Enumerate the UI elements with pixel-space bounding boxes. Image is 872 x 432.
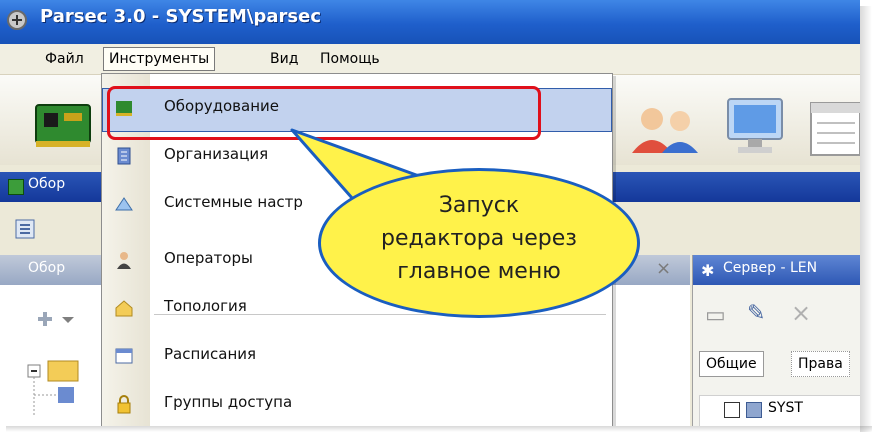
right-pane-title: Сервер - LEN [723,260,818,276]
tab-rights[interactable]: Права [791,351,850,377]
callout-bubble: Запуск редактора через главное меню [318,168,640,318]
window-shadow-bottom [6,426,872,432]
callout-text: Запуск редактора через главное меню [321,189,637,288]
callout-line-2: редактора через [381,226,577,251]
checkbox[interactable] [724,402,740,418]
save-icon[interactable]: ▭ [705,303,726,328]
menu-item-label: Операторы [164,249,253,267]
application-window: Parsec 3.0 - SYSTEM\parsec Файл Инструме… [0,0,860,426]
folder-tree-icon [27,360,79,415]
menu-help[interactable]: Помощь [315,50,385,68]
users-icon[interactable] [628,103,708,155]
menu-item-label: Организация [164,145,269,163]
tree-item-row[interactable]: SYST [699,395,860,426]
panel-icon [8,179,24,195]
menu-item-label: Группы доступа [164,393,293,411]
close-icon[interactable]: × [656,258,671,279]
hardware-card-icon[interactable] [30,95,100,155]
menu-item-access-groups[interactable]: Группы доступа [102,384,612,426]
menu-item-label: Расписания [164,345,257,363]
callout-line-3: главное меню [397,259,561,284]
title-bar: Parsec 3.0 - SYSTEM\parsec [0,0,860,44]
tree-view-icon[interactable] [14,218,36,240]
window-title: Parsec 3.0 - SYSTEM\parsec [40,6,322,27]
menu-view[interactable]: Вид [265,50,303,68]
window-shadow-right [860,6,872,432]
gear-icon: ✱ [701,261,715,280]
edit-icon[interactable]: ✎ [747,301,765,326]
callout-line-1: Запуск [438,193,520,218]
calendar-icon[interactable] [805,95,860,159]
menu-item-label: Топология [164,297,247,315]
operators-icon [117,252,131,269]
panel-title: Обор [28,176,66,192]
menu-bar: Файл Инструменты Вид Помощь [0,44,860,75]
access-groups-icon [117,395,131,414]
add-icon[interactable] [28,307,88,331]
tab-general[interactable]: Общие [699,351,764,377]
topology-icon [115,300,133,317]
monitor-icon[interactable] [720,95,790,159]
server-icon [746,402,762,418]
menu-file[interactable]: Файл [40,50,89,68]
tree-item-label: SYST [768,400,803,416]
right-pane-header: ✱ Сервер - LEN [693,255,860,285]
menu-tools[interactable]: Инструменты [103,47,216,71]
delete-icon[interactable]: × [791,299,811,327]
right-pane: ✱ Сервер - LEN ▭ ✎ × Общие Права SYST [692,255,860,426]
left-pane-title: Обор [28,260,66,276]
schedules-icon [115,348,133,364]
organization-icon [117,147,131,165]
system-settings-icon [115,197,133,211]
app-icon [7,10,27,30]
menu-item-schedules[interactable]: Расписания [102,336,612,378]
